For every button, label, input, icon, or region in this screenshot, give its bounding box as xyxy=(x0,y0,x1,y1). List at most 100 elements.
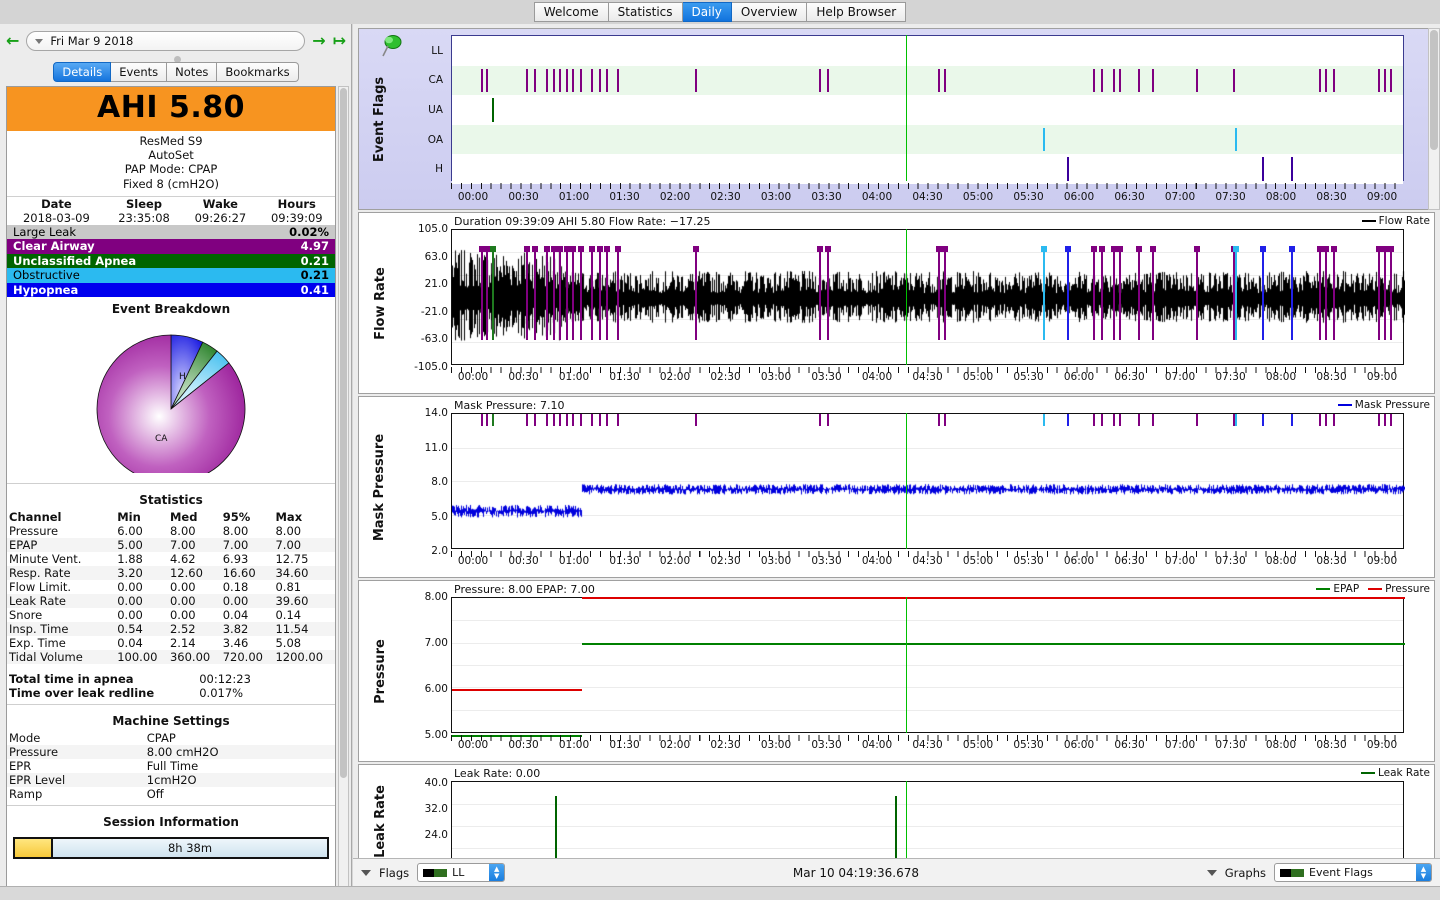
mask-event-marker xyxy=(558,414,561,426)
pressure-plot[interactable] xyxy=(451,597,1405,737)
event-breakdown-title: Event Breakdown xyxy=(111,302,231,317)
tab-help-browser[interactable]: Help Browser xyxy=(807,2,907,22)
last-day-icon[interactable]: ↦ xyxy=(333,33,346,49)
setting-value: Full Time xyxy=(146,759,199,774)
table-row: EPAP 5.00 7.00 7.00 7.00 xyxy=(7,538,335,553)
flow-event-marker xyxy=(480,248,483,340)
subtab-details[interactable]: Details xyxy=(53,62,112,82)
tab-overview[interactable]: Overview xyxy=(731,2,808,22)
mask-event-marker xyxy=(480,414,483,426)
graphs-disclosure-icon[interactable] xyxy=(1206,869,1217,876)
x-tick: 04:00 xyxy=(861,191,893,203)
cell: 6.00 xyxy=(117,524,143,539)
session-bar[interactable]: 8h 38m xyxy=(13,837,329,860)
event-flags-ylabel: Event Flags xyxy=(372,76,388,162)
event-marker xyxy=(943,68,946,93)
event-marker xyxy=(492,98,495,122)
flow-event-marker xyxy=(591,248,594,340)
flow-event-cap xyxy=(524,246,531,252)
flow-event-cap xyxy=(941,246,948,252)
flags-select[interactable]: LL ▲ ▼ xyxy=(417,863,506,882)
gridline xyxy=(452,620,1403,622)
details-panel: AHI 5.80 ResMed S9 AutoSet PAP Mode: CPA… xyxy=(6,86,336,898)
flow-event-marker xyxy=(1066,248,1069,340)
mask-pressure-plot[interactable] xyxy=(451,413,1405,552)
graphs-label: Graphs xyxy=(1224,865,1266,880)
flow-event-marker xyxy=(1262,248,1265,340)
event-row[interactable]: Large Leak 0.02% xyxy=(7,224,335,240)
flags-disclosure-icon[interactable] xyxy=(361,869,371,876)
divider xyxy=(7,483,335,485)
flow-event-marker xyxy=(1042,248,1045,340)
cell: Resp. Rate xyxy=(9,566,71,581)
setting-label: Ramp xyxy=(9,787,43,802)
table-row: 2018-03-09 23:35:08 09:26:27 09:39:09 xyxy=(7,211,335,225)
machine-line: Fixed 8 (cmH2O) xyxy=(123,176,219,191)
flow-event-marker xyxy=(1378,248,1381,340)
tab-welcome[interactable]: Welcome xyxy=(533,2,609,22)
flow-event-cap xyxy=(589,246,596,252)
flow-event-cap xyxy=(1064,246,1071,252)
table-row: EPR Full Time xyxy=(7,759,335,773)
flow-rate-plot[interactable] xyxy=(451,229,1405,368)
next-day-icon[interactable]: → xyxy=(312,33,325,49)
pie-svg: H CA xyxy=(96,334,246,474)
flags-scrollbar[interactable] xyxy=(1428,28,1440,210)
mask-event-marker xyxy=(579,414,582,426)
chevron-down-icon[interactable] xyxy=(35,38,44,44)
cell: 0.00 xyxy=(117,608,143,623)
event-marker xyxy=(1093,68,1096,93)
event-marker xyxy=(480,68,483,93)
flags-stepper[interactable]: ▲ ▼ xyxy=(489,864,505,881)
event-marker xyxy=(1152,68,1155,93)
tab-statistics[interactable]: Statistics xyxy=(608,2,683,22)
cell: 0.00 xyxy=(222,594,249,609)
prev-day-icon[interactable]: ← xyxy=(6,33,19,49)
column-header: Wake xyxy=(202,196,238,211)
cell: 39.60 xyxy=(275,594,309,609)
event-marker xyxy=(1384,68,1387,93)
event-row[interactable]: Unclassified Apnea 0.21 xyxy=(7,253,335,269)
scrollbar-thumb[interactable] xyxy=(1430,30,1438,150)
subtab-events[interactable]: Events xyxy=(111,62,168,82)
x-axis-ruler xyxy=(451,367,1404,373)
cell: 0.00 xyxy=(169,580,196,595)
flow-event-cap xyxy=(1288,246,1295,252)
cell: 09:26:27 xyxy=(194,210,247,225)
event-row[interactable]: Obstructive 0.21 xyxy=(7,268,335,283)
event-marker xyxy=(572,68,575,93)
y-tick: 5.00 xyxy=(424,729,448,741)
graphs-select[interactable]: Event Flags ▲ ▼ xyxy=(1274,863,1432,882)
cell: 360.00 xyxy=(169,650,211,665)
sidebar-scrollbar[interactable] xyxy=(338,86,349,898)
tab-daily[interactable]: Daily xyxy=(682,2,732,22)
event-marker xyxy=(1319,68,1322,93)
event-flags-plot[interactable] xyxy=(451,35,1404,184)
event-marker xyxy=(695,68,697,93)
flow-event-marker xyxy=(1389,248,1392,340)
flow-event-marker xyxy=(1235,248,1238,340)
flow-event-cap xyxy=(824,246,831,252)
subtab-bookmarks[interactable]: Bookmarks xyxy=(217,62,299,82)
event-marker xyxy=(526,68,529,93)
column-header: Med xyxy=(169,510,198,525)
status-bar: Flags LL ▲ ▼ Mar 10 04:19:36.678 Graphs E… xyxy=(353,858,1440,886)
subtab-notes[interactable]: Notes xyxy=(167,62,218,82)
cell: 7.00 xyxy=(169,538,196,553)
cell: 7.00 xyxy=(275,538,302,553)
event-marker xyxy=(566,68,569,93)
cell: 2.52 xyxy=(169,622,196,637)
x-tick: 06:30 xyxy=(1114,191,1145,203)
cell: 0.00 xyxy=(117,580,143,595)
event-row[interactable]: Hypopnea 0.41 xyxy=(7,282,335,298)
table-row: Tidal Volume 100.00 360.00 720.00 1200.00 xyxy=(7,650,335,665)
scrollbar-thumb[interactable] xyxy=(340,88,347,778)
event-row[interactable]: Clear Airway 4.97 xyxy=(7,239,335,254)
cell: 5.08 xyxy=(275,636,302,651)
machine-line: AutoSet xyxy=(148,148,194,163)
event-marker xyxy=(606,68,609,93)
date-selector[interactable]: Fri Mar 9 2018 xyxy=(26,31,306,51)
graphs-stepper[interactable]: ▲ ▼ xyxy=(1416,864,1431,881)
cell: 0.04 xyxy=(222,608,249,623)
cell: Flow Limit. xyxy=(9,580,72,595)
